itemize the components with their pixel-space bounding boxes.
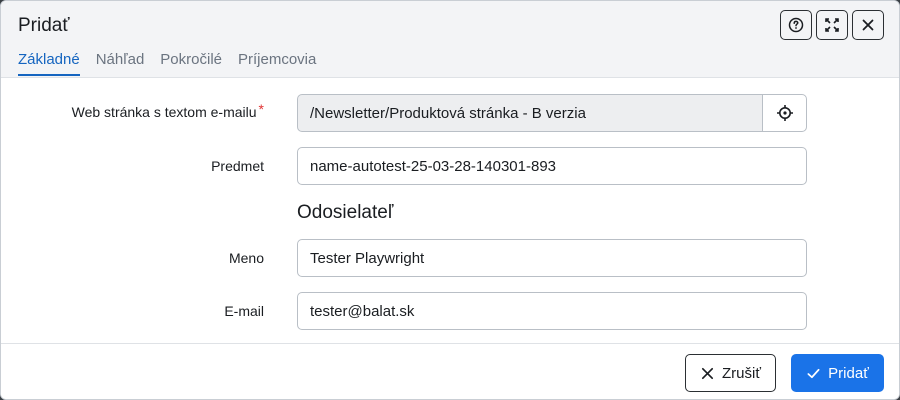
web-page-label: Web stránka s textom e-mailu * [71,101,264,120]
email-input[interactable]: tester@balat.sk [297,292,807,330]
maximize-button[interactable] [816,10,848,40]
help-circle-icon [788,17,804,33]
crosshair-icon [776,105,793,121]
web-page-label-text: Web stránka s textom e-mailu [71,104,257,120]
sender-section-title: Odosielateľ [297,202,394,223]
cancel-button[interactable]: Zrušiť [685,354,776,392]
save-button[interactable]: Pridať [791,354,884,392]
tab-preview[interactable]: Náhľad [96,51,145,76]
subject-input[interactable]: name-autotest-25-03-28-140301-893 [297,147,807,185]
web-page-field[interactable]: /Newsletter/Produktová stránka - B verzi… [297,94,763,132]
check-icon [807,368,820,378]
required-mark: * [258,101,264,117]
dialog-body: Web stránka s textom e-mailu * /Newslette… [1,79,899,343]
dialog-header: Pridať Základné Náhľad Pokročilé Príjemc… [1,1,899,78]
tab-basic[interactable]: Základné [18,51,80,76]
tab-recipients[interactable]: Príjemcovia [238,51,316,76]
select-page-button[interactable] [762,94,807,132]
save-label: Pridať [828,364,869,382]
email-label: E-mail [224,303,264,319]
close-icon [862,19,874,31]
name-label: Meno [228,250,264,266]
name-input[interactable]: Tester Playwright [297,239,807,277]
dialog-footer: Zrušiť Pridať [1,343,899,399]
tab-bar: Základné Náhľad Pokročilé Príjemcovia [18,51,332,76]
add-dialog: Pridať Základné Náhľad Pokročilé Príjemc… [0,0,900,400]
dialog-title: Pridať [18,15,70,36]
x-icon [701,367,714,379]
maximize-icon [825,18,839,32]
tab-advanced[interactable]: Pokročilé [160,51,222,76]
cancel-label: Zrušiť [722,364,761,382]
help-button[interactable] [780,10,812,40]
close-button[interactable] [852,10,884,40]
subject-label: Predmet [211,158,264,174]
